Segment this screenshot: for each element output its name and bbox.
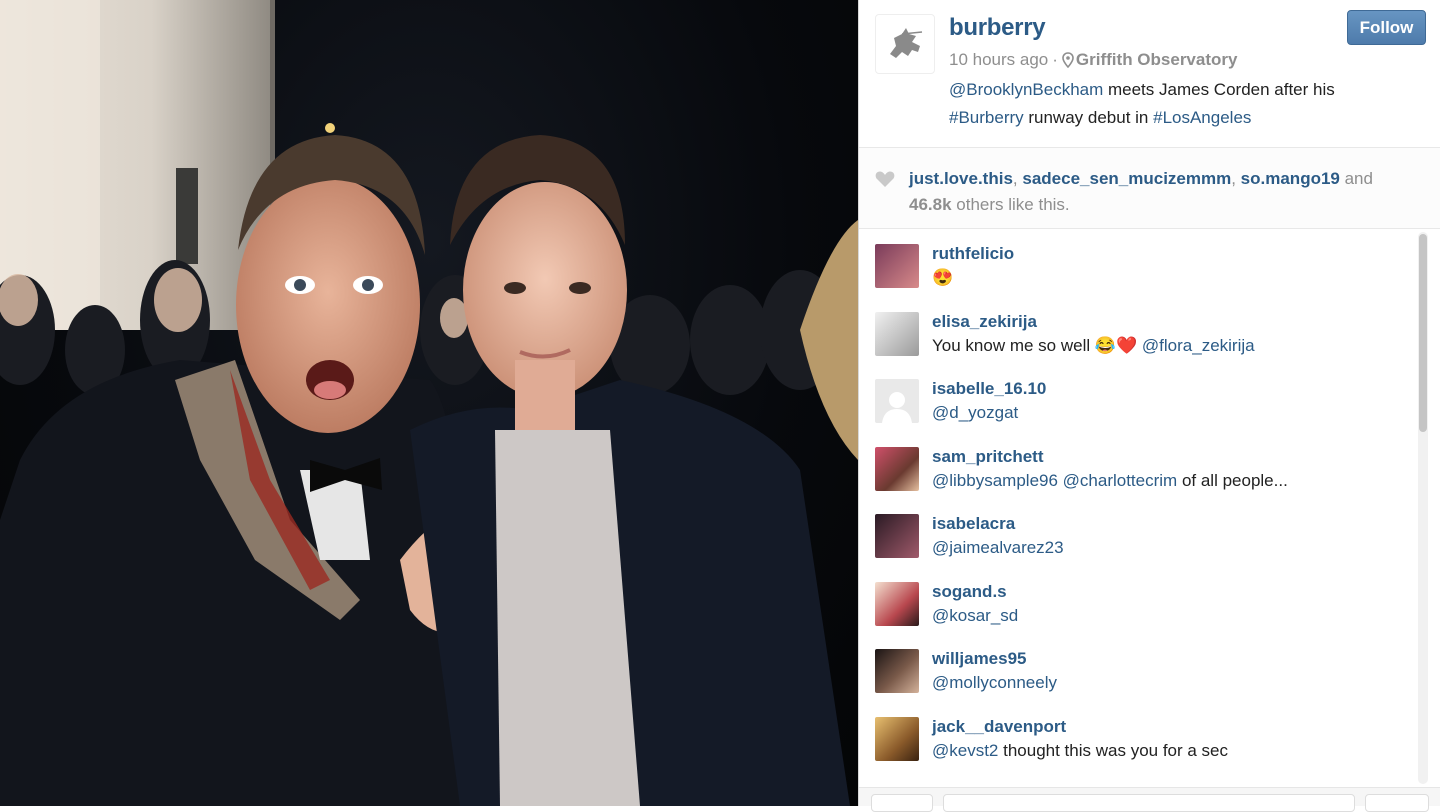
- post-header: burberry 10 hours ago · Griffith Observa…: [859, 0, 1440, 148]
- comment-text: of all people...: [1177, 471, 1288, 490]
- caption-hashtag-losangeles[interactable]: #LosAngeles: [1153, 108, 1251, 127]
- location-label: Griffith Observatory: [1075, 50, 1238, 69]
- comment-body: @kevst2 thought this was you for a sec: [932, 741, 1228, 761]
- comment-username[interactable]: ruthfelicio: [932, 244, 1014, 264]
- avatar[interactable]: [875, 649, 919, 693]
- comments-scrollbar[interactable]: [1418, 232, 1428, 784]
- comment-username[interactable]: isabelle_16.10: [932, 379, 1046, 399]
- photo-illustration: [0, 0, 858, 806]
- more-options-button[interactable]: [1365, 794, 1429, 812]
- comment-body: You know me so well 😂❤️ @flora_zekirija: [932, 336, 1255, 356]
- caption-mention[interactable]: @BrooklynBeckham: [949, 80, 1103, 99]
- follow-button[interactable]: Follow: [1347, 10, 1426, 45]
- comment-body: @d_yozgat: [932, 403, 1018, 423]
- comment-mention[interactable]: @flora_zekirija: [1142, 336, 1255, 355]
- liker-2[interactable]: sadece_sen_mucizemmm: [1022, 169, 1231, 188]
- post-caption: @BrooklynBeckham meets James Corden afte…: [949, 76, 1420, 132]
- likes-count[interactable]: 46.8k: [909, 195, 952, 214]
- likes-sep: ,: [1231, 169, 1241, 188]
- comments-list[interactable]: ruthfelicio 😍 elisa_zekirija You know me…: [859, 228, 1440, 788]
- equestrian-knight-logo-icon: [890, 28, 923, 58]
- comment-username[interactable]: sogand.s: [932, 582, 1007, 602]
- comment-username[interactable]: jack__davenport: [932, 717, 1066, 737]
- heart-icon[interactable]: [875, 170, 895, 188]
- likes-text: just.love.this, sadece_sen_mucizemmm, so…: [909, 166, 1424, 218]
- comment-mention[interactable]: @jaimealvarez23: [932, 538, 1064, 557]
- likes-section: just.love.this, sadece_sen_mucizemmm, so…: [859, 148, 1440, 229]
- comment-body: @libbysample96 @charlottecrim of all peo…: [932, 471, 1288, 491]
- comment-item: jack__davenport @kevst2 thought this was…: [875, 717, 1410, 777]
- avatar[interactable]: [875, 717, 919, 761]
- likes-sep: ,: [1012, 169, 1023, 188]
- comment-text: You know me so well 😂❤️: [932, 336, 1142, 355]
- comment-body: @kosar_sd: [932, 606, 1018, 626]
- likes-and: and: [1339, 169, 1373, 188]
- likes-suffix: others like this.: [951, 195, 1070, 214]
- avatar[interactable]: [875, 582, 919, 626]
- post-meta: 10 hours ago · Griffith Observatory: [949, 50, 1237, 70]
- liker-3[interactable]: so.mango19: [1241, 169, 1340, 188]
- post-location[interactable]: Griffith Observatory: [1062, 50, 1238, 70]
- avatar[interactable]: [875, 514, 919, 558]
- comment-item: willjames95 @mollyconneely: [875, 649, 1410, 709]
- avatar[interactable]: [875, 312, 919, 356]
- comment-username[interactable]: elisa_zekirija: [932, 312, 1037, 332]
- post-side-panel: burberry 10 hours ago · Griffith Observa…: [858, 0, 1440, 812]
- comment-item: ruthfelicio 😍: [875, 244, 1410, 304]
- comment-mention[interactable]: @kevst2: [932, 741, 998, 760]
- liker-1[interactable]: just.love.this: [909, 169, 1013, 188]
- comment-item: isabelacra @jaimealvarez23: [875, 514, 1410, 574]
- caption-text-2: runway debut in: [1023, 108, 1154, 127]
- avatar[interactable]: [875, 379, 919, 423]
- caption-text-1: meets James Corden after his: [1103, 80, 1335, 99]
- post-time: 10 hours ago: [949, 50, 1049, 69]
- avatar[interactable]: [875, 244, 919, 288]
- comment-username[interactable]: willjames95: [932, 649, 1027, 669]
- burberry-avatar[interactable]: [875, 14, 935, 74]
- comment-body: @jaimealvarez23: [932, 538, 1064, 558]
- comment-mention[interactable]: @libbysample96 @charlottecrim: [932, 471, 1177, 490]
- comment-item: sam_pritchett @libbysample96 @charlottec…: [875, 447, 1410, 507]
- comment-mention[interactable]: @kosar_sd: [932, 606, 1018, 625]
- comment-mention[interactable]: @d_yozgat: [932, 403, 1018, 422]
- comment-body: @mollyconneely: [932, 673, 1057, 693]
- comment-text: 😍: [932, 268, 954, 287]
- comment-item: elisa_zekirija You know me so well 😂❤️ @…: [875, 312, 1410, 372]
- scrollbar-thumb[interactable]: [1419, 234, 1427, 432]
- comment-footer: [859, 787, 1440, 812]
- comment-username[interactable]: isabelacra: [932, 514, 1015, 534]
- caption-hashtag-burberry[interactable]: #Burberry: [949, 108, 1024, 127]
- avatar[interactable]: [875, 447, 919, 491]
- like-button[interactable]: [871, 794, 933, 812]
- default-user-icon: [882, 392, 912, 423]
- meta-separator: ·: [1052, 50, 1058, 69]
- comment-username[interactable]: sam_pritchett: [932, 447, 1043, 467]
- post-username[interactable]: burberry: [949, 14, 1046, 42]
- post-photo[interactable]: [0, 0, 858, 806]
- comment-text: thought this was you for a sec: [998, 741, 1229, 760]
- comment-mention[interactable]: @mollyconneely: [932, 673, 1057, 692]
- comment-item: isabelle_16.10 @d_yozgat: [875, 379, 1410, 439]
- comment-item: sogand.s @kosar_sd: [875, 582, 1410, 642]
- location-pin-icon: [1062, 52, 1074, 68]
- comment-input[interactable]: [943, 794, 1355, 812]
